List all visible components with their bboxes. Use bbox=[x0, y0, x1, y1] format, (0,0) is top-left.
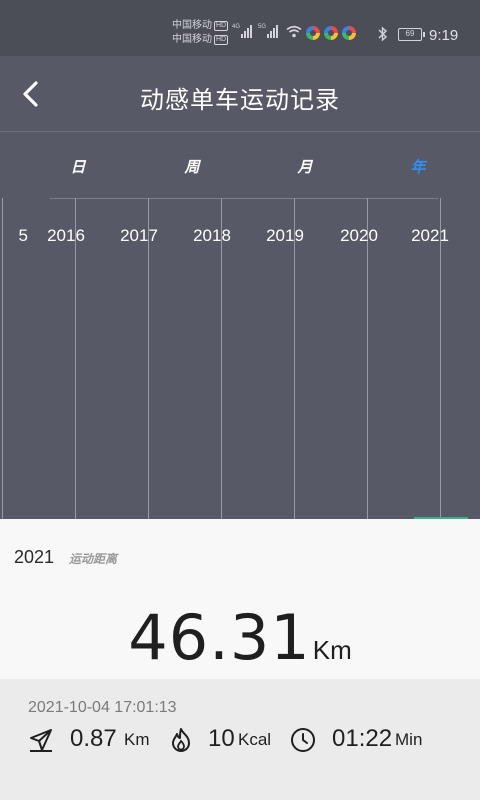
signal-icon: 4G bbox=[232, 24, 253, 38]
signal-icon: 5G bbox=[258, 24, 279, 38]
status-bar: 中国移动 HD 中国移动 HD 4G 5G 69 9:19 bbox=[0, 0, 480, 56]
yearly-chart[interactable]: 5 2016 2017 2018 2019 2020 2021 bbox=[0, 198, 480, 520]
distance-unit: Km bbox=[312, 635, 352, 665]
year-label[interactable]: 2019 bbox=[255, 226, 315, 246]
carrier-labels: 中国移动 HD 中国移动 HD bbox=[172, 19, 229, 47]
carrier-1: 中国移动 bbox=[172, 20, 212, 31]
record-duration: 01:22 bbox=[332, 725, 393, 752]
app-notification-icon bbox=[306, 26, 320, 40]
wifi-icon bbox=[286, 25, 302, 38]
flame-icon bbox=[172, 728, 190, 752]
record-datetime: 2021-10-04 17:01:13 bbox=[28, 699, 177, 716]
bluetooth-icon bbox=[378, 26, 388, 42]
gridline bbox=[440, 198, 441, 520]
gridline bbox=[367, 198, 368, 520]
year-label[interactable]: 2017 bbox=[109, 226, 169, 246]
gridline bbox=[75, 198, 76, 520]
clock: 9:19 bbox=[429, 27, 459, 44]
year-label[interactable]: 5 bbox=[0, 226, 28, 246]
record-duration-unit: Min bbox=[395, 730, 423, 749]
app-header: 动感单车运动记录 bbox=[0, 56, 480, 132]
gridline bbox=[2, 198, 3, 520]
tab-month[interactable]: 月 bbox=[275, 156, 335, 177]
gridline bbox=[221, 198, 222, 520]
app-notification-icon bbox=[324, 26, 338, 40]
gridline bbox=[148, 198, 149, 520]
record-stats: 0.87 Km 10 Kcal 01:22 Min bbox=[28, 725, 468, 755]
year-label[interactable]: 2016 bbox=[36, 226, 96, 246]
year-label[interactable]: 2018 bbox=[182, 226, 242, 246]
tab-week[interactable]: 周 bbox=[162, 156, 222, 177]
distance-value: 46.31 bbox=[128, 601, 311, 674]
record-calories: 10 bbox=[208, 725, 235, 752]
year-label[interactable]: 2021 bbox=[400, 226, 460, 246]
record-distance-unit: Km bbox=[124, 730, 150, 749]
record-item[interactable]: 2021-10-04 17:01:13 0.87 Km 10 Kcal 01:2… bbox=[0, 679, 480, 800]
hd-badge: HD bbox=[214, 21, 229, 31]
clock-icon bbox=[291, 728, 315, 752]
hd-badge: HD bbox=[214, 35, 229, 45]
gridline bbox=[294, 198, 295, 520]
app-notification-icon bbox=[342, 26, 356, 40]
page-title: 动感单车运动记录 bbox=[140, 87, 340, 114]
summary-year: 2021 bbox=[14, 547, 55, 567]
period-tabs: 日 周 月 年 bbox=[0, 156, 480, 180]
record-calories-unit: Kcal bbox=[238, 730, 272, 749]
tab-day[interactable]: 日 bbox=[48, 156, 108, 177]
tab-year[interactable]: 年 bbox=[388, 156, 448, 177]
record-distance: 0.87 bbox=[70, 725, 117, 752]
battery-icon: 69 bbox=[398, 28, 425, 41]
total-distance: 46.31Km bbox=[0, 601, 480, 674]
summary-card: 2021 运动距离 46.31Km bbox=[0, 519, 480, 679]
send-icon bbox=[30, 729, 52, 752]
year-label[interactable]: 2020 bbox=[329, 226, 389, 246]
carrier-2: 中国移动 bbox=[172, 34, 212, 45]
metric-label: 运动距离 bbox=[69, 552, 118, 566]
